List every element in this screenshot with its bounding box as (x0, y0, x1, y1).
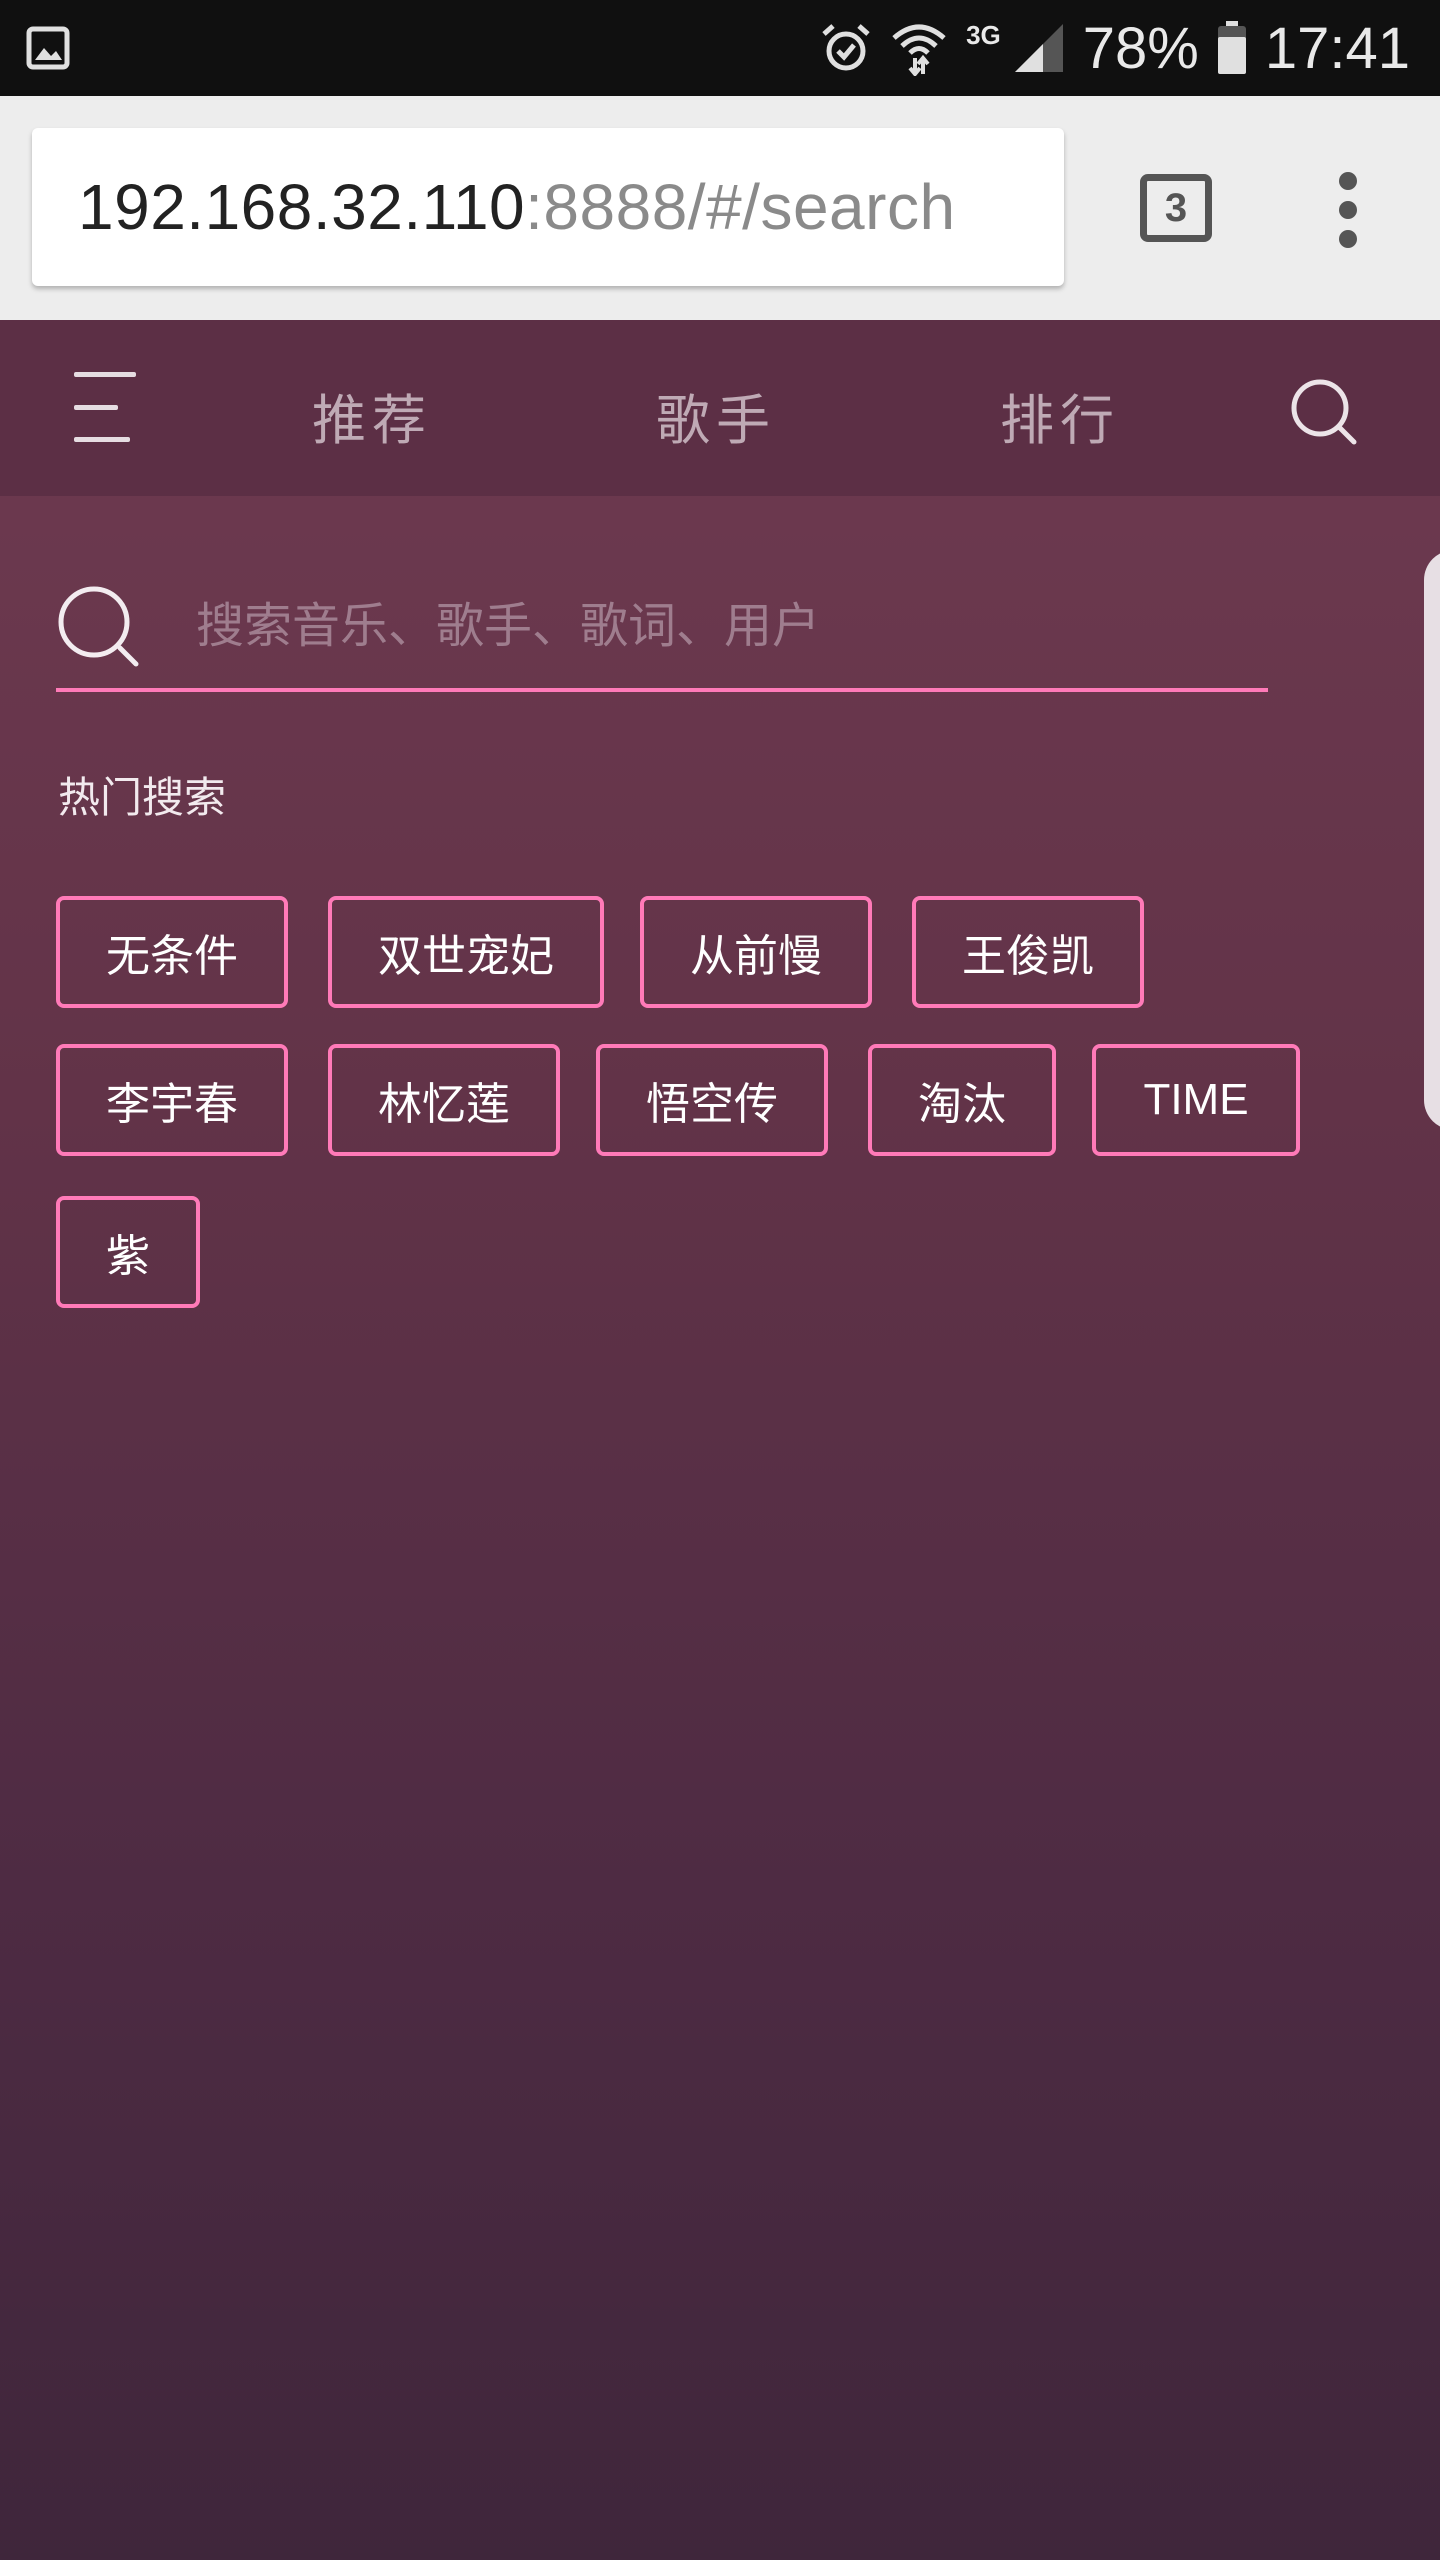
tab-ranking[interactable]: 排行 (1000, 376, 1120, 455)
tab-count: 3 (1164, 185, 1188, 230)
address-bar[interactable]: 192.168.32.110:8888/#/search (32, 128, 1064, 286)
tab-singers[interactable]: 歌手 (656, 376, 776, 455)
tabs-button[interactable]: 3 (1140, 174, 1212, 242)
search-icon[interactable] (1288, 376, 1360, 448)
browser-toolbar: 192.168.32.110:8888/#/search 3 (0, 96, 1440, 320)
hot-search-tag[interactable]: 林忆莲 (328, 1044, 560, 1156)
hot-search-tag[interactable]: 李宇春 (56, 1044, 288, 1156)
side-drawer-edge (1424, 550, 1440, 1130)
hamburger-menu-icon[interactable] (74, 372, 140, 442)
hot-search-tag[interactable]: 紫 (56, 1196, 200, 1308)
battery-percent: 78% (1082, 15, 1199, 81)
clock: 17:41 (1264, 15, 1410, 81)
music-app: 推荐 歌手 排行 热门搜索 无条件 双世宠妃 从前慢 王俊凯 李宇春 林忆莲 悟… (0, 320, 1440, 2560)
url-path: :8888/#/search (525, 171, 956, 243)
status-bar: 3G 78% 17:41 (0, 0, 1440, 96)
hot-search-tag[interactable]: 无条件 (56, 896, 288, 1008)
url-host: 192.168.32.110 (78, 171, 526, 243)
wifi-icon (892, 24, 946, 76)
hot-search-tag[interactable]: 从前慢 (640, 896, 872, 1008)
search-bar (56, 546, 1268, 692)
signal-icon (1014, 24, 1063, 72)
hot-search-tag[interactable]: TIME (1092, 1044, 1300, 1156)
overflow-menu-icon[interactable] (1328, 172, 1368, 248)
app-header: 推荐 歌手 排行 (0, 320, 1440, 496)
hot-search-tag[interactable]: 王俊凯 (912, 896, 1144, 1008)
network-type-label: 3G (966, 19, 1001, 50)
battery-icon (1217, 21, 1246, 74)
gallery-icon (26, 26, 70, 70)
search-icon (58, 586, 139, 667)
hot-search-tag[interactable]: 淘汰 (868, 1044, 1056, 1156)
alarm-icon (822, 24, 870, 71)
search-input[interactable] (196, 586, 1236, 666)
tab-recommend[interactable]: 推荐 (312, 376, 432, 455)
hot-search-tag[interactable]: 双世宠妃 (328, 896, 604, 1008)
hot-search-tag[interactable]: 悟空传 (596, 1044, 828, 1156)
hot-search-title: 热门搜索 (58, 773, 227, 822)
